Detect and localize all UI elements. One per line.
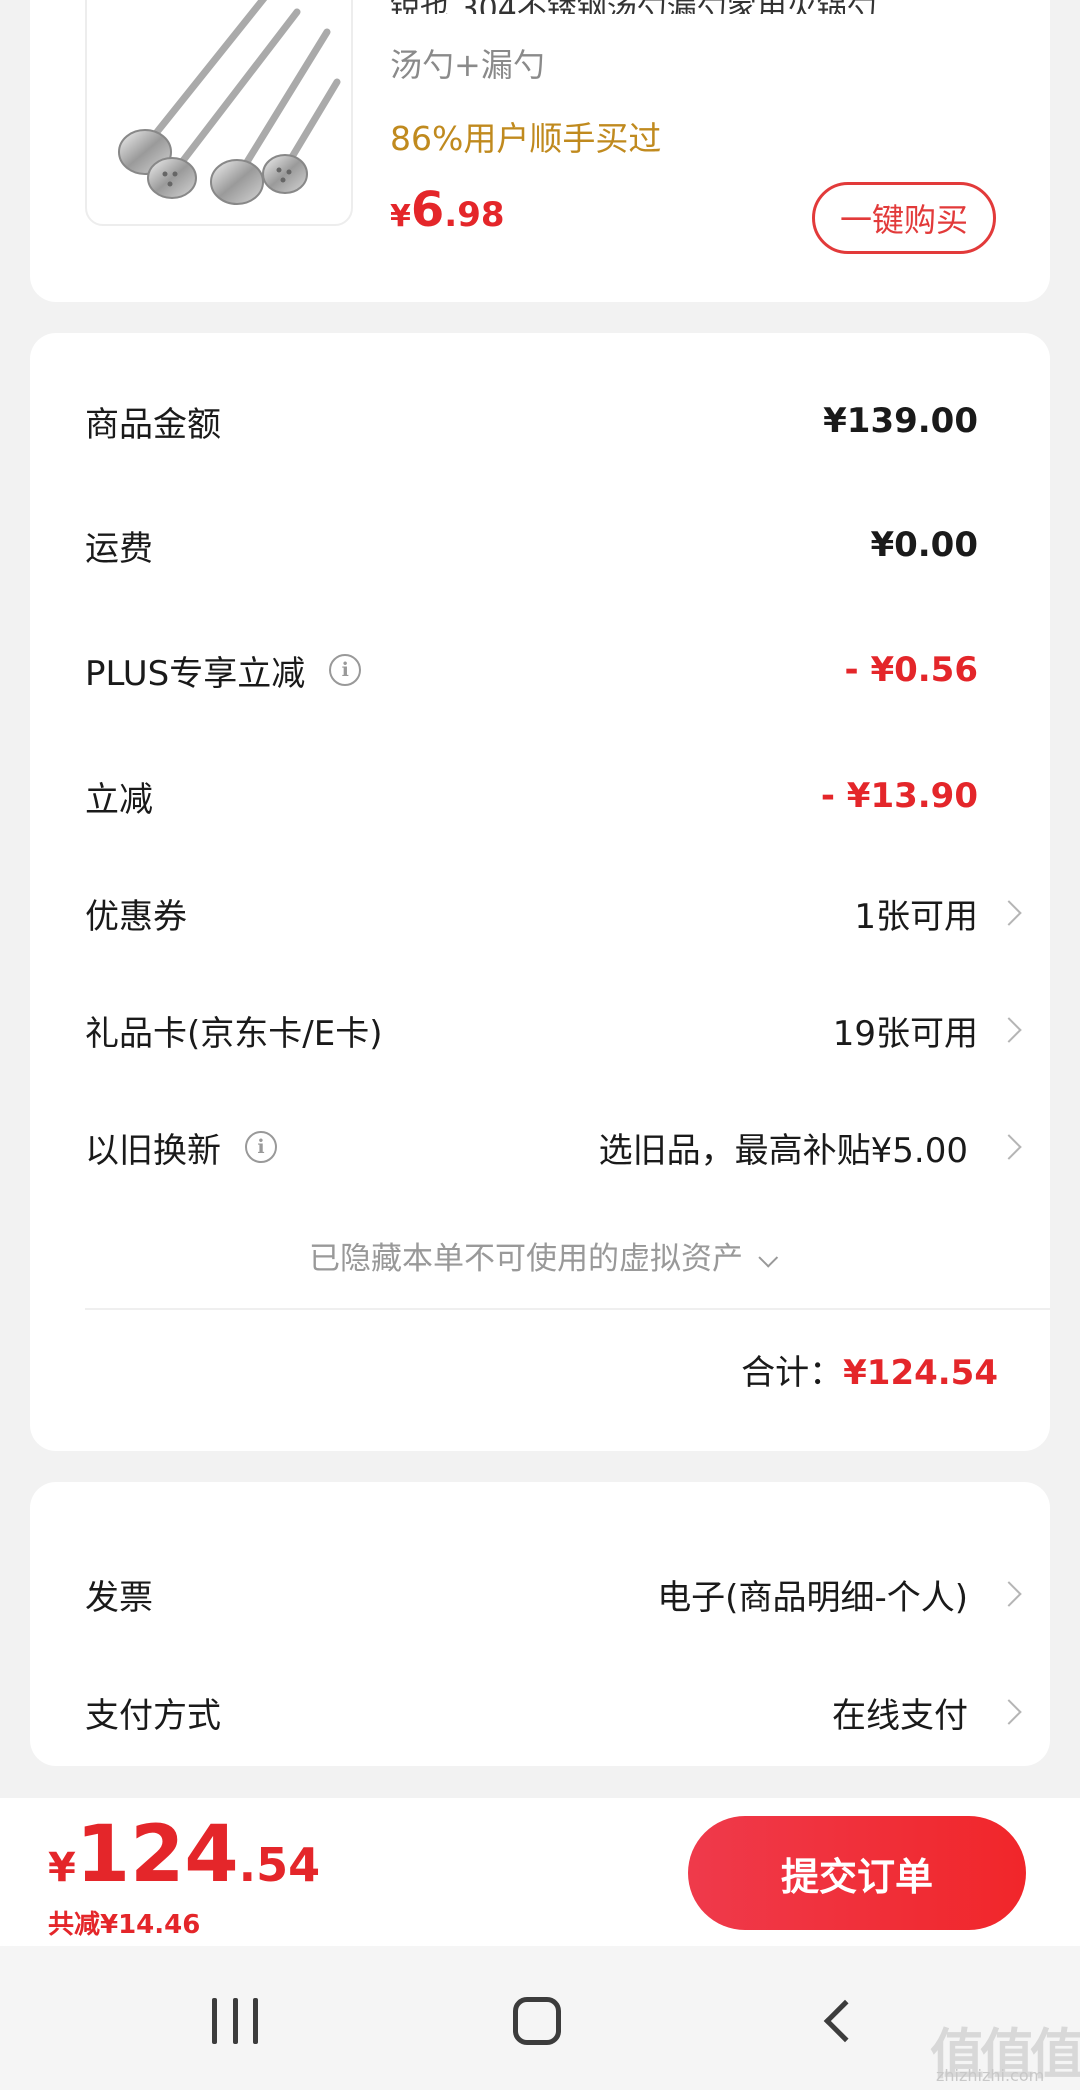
payment-method-label: 支付方式 [85, 1695, 221, 1736]
invoice-label: 发票 [85, 1577, 153, 1618]
shipping-value: ¥0.00 [870, 525, 978, 565]
watermark-url: zhizhizhi.com [936, 2066, 1045, 2085]
recents-icon[interactable] [212, 1998, 258, 2044]
payment-method-row[interactable]: 支付方式 在线支付 [85, 1682, 1030, 1742]
coupon-label: 优惠券 [85, 896, 187, 937]
product-price: ¥6.98 [390, 182, 505, 238]
goods-amount-label: 商品金额 [85, 404, 221, 445]
total-label: 合计： [741, 1353, 844, 1393]
order-confirm-page: 锐也 304不锈钢汤勺漏勺家用火锅勺 汤勺+漏勺 86%用户顺手买过 ¥6.98… [0, 0, 1080, 2090]
total-amount: ¥124.54 [843, 1353, 998, 1393]
info-icon[interactable]: i [329, 654, 362, 686]
payment-method-value: 在线支付 [832, 1695, 968, 1736]
invoice-value: 电子(商品明细-个人) [657, 1577, 968, 1618]
trade-in-row[interactable]: 以旧换新 i 选旧品，最高补贴¥5.00 [85, 1117, 1030, 1177]
hidden-assets-toggle[interactable]: 已隐藏本单不可使用的虚拟资产 [30, 1233, 1050, 1278]
price-decimal: .54 [238, 1838, 321, 1892]
info-icon[interactable]: i [245, 1131, 277, 1163]
chevron-down-icon [758, 1247, 779, 1268]
shipping-row: 运费 ¥0.00 [85, 515, 1030, 575]
invoice-row[interactable]: 发票 电子(商品明细-个人) [85, 1564, 1030, 1624]
gift-card-label: 礼品卡(京东卡/E卡) [85, 1013, 383, 1054]
instant-discount-value: - ¥13.90 [820, 776, 978, 816]
trade-in-label: 以旧换新 [85, 1130, 221, 1171]
price-integer: 6 [410, 182, 445, 238]
currency-symbol: ¥ [48, 1845, 76, 1891]
plus-discount-value: - ¥0.56 [844, 650, 979, 690]
goods-amount-row: 商品金额 ¥139.00 [85, 391, 1030, 451]
price-decimal: .98 [444, 195, 505, 235]
invoice-payment-card: 发票 电子(商品明细-个人) 支付方式 在线支付 [30, 1482, 1050, 1766]
chevron-right-icon [996, 1581, 1022, 1607]
order-total: 合计：¥124.54 [741, 1345, 998, 1394]
product-card: 锐也 304不锈钢汤勺漏勺家用火锅勺 汤勺+漏勺 86%用户顺手买过 ¥6.98… [30, 0, 1050, 302]
gift-card-value: 19张可用 [832, 1013, 978, 1054]
fee-breakdown-card: 商品金额 ¥139.00 运费 ¥0.00 PLUS专享立减 i - ¥0.56… [30, 333, 1050, 1451]
hidden-assets-text: 已隐藏本单不可使用的虚拟资产 [309, 1241, 743, 1277]
chevron-right-icon [996, 1017, 1022, 1043]
product-title[interactable]: 锐也 304不锈钢汤勺漏勺家用火锅勺 [390, 0, 1000, 14]
system-nav-bar [0, 1946, 1080, 2090]
submit-order-button[interactable]: 提交订单 [688, 1816, 1026, 1930]
shipping-label: 运费 [85, 528, 153, 569]
chevron-right-icon [996, 900, 1022, 926]
plus-discount-row: PLUS专享立减 i - ¥0.56 [85, 640, 1030, 700]
price-integer: 124 [75, 1810, 239, 1900]
trade-in-value: 选旧品，最高补贴¥5.00 [598, 1130, 968, 1171]
one-click-buy-button[interactable]: 一键购买 [812, 182, 996, 254]
instant-discount-label: 立减 [85, 779, 153, 820]
buyers-note: 86%用户顺手买过 [390, 119, 662, 158]
divider [85, 1308, 1050, 1310]
plus-discount-label: PLUS专享立减 [85, 653, 306, 694]
chevron-right-icon [996, 1134, 1022, 1160]
chevron-right-icon [996, 1699, 1022, 1725]
instant-discount-row: 立减 - ¥13.90 [85, 766, 1030, 826]
currency-symbol: ¥ [390, 199, 411, 234]
ladle-image [118, 0, 341, 205]
gift-card-row[interactable]: 礼品卡(京东卡/E卡) 19张可用 [85, 1000, 1030, 1060]
coupon-value: 1张可用 [854, 896, 978, 937]
coupon-row[interactable]: 优惠券 1张可用 [85, 883, 1030, 943]
back-icon[interactable] [823, 1999, 867, 2043]
checkout-bar: ¥124.54 共减¥14.46 提交订单 [0, 1798, 1080, 1946]
goods-amount-value: ¥139.00 [823, 401, 978, 441]
product-thumbnail[interactable] [85, 0, 353, 226]
product-spec: 汤勺+漏勺 [390, 46, 545, 84]
total-saved[interactable]: 共减¥14.46 [48, 1904, 200, 1941]
home-icon[interactable] [513, 1997, 561, 2045]
footer-total-price: ¥124.54 [48, 1810, 320, 1900]
